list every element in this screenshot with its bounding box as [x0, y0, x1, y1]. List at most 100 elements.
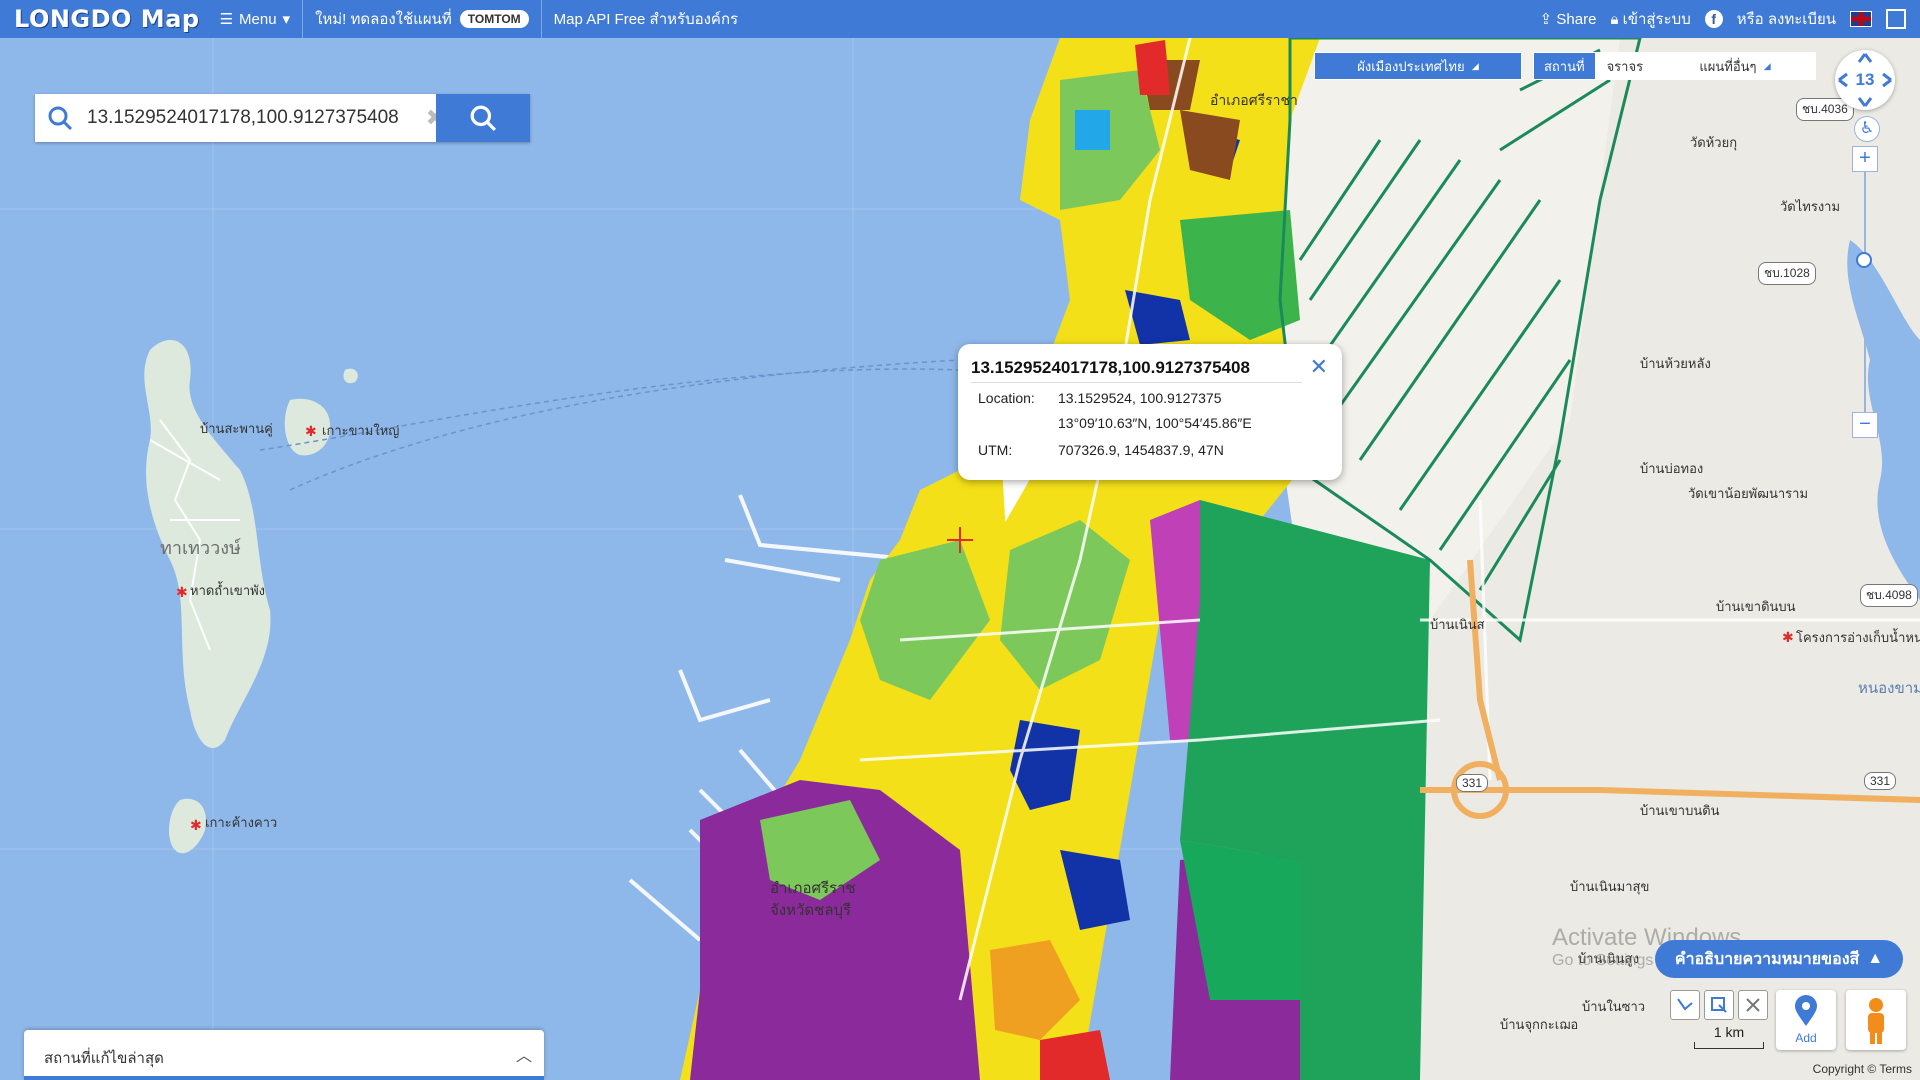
svg-text:✱: ✱ — [176, 584, 188, 600]
panel-accent-bar — [24, 1076, 544, 1080]
top-bar: LONGDO Map ☰ Menu ▾ ใหม่! ทดลองใช้แผนที่… — [0, 0, 1920, 38]
tomtom-promo-link[interactable]: ใหม่! ทดลองใช้แผนที่ TOMTOM — [315, 7, 529, 31]
search-box: ✖ — [35, 94, 530, 142]
color-legend-button[interactable]: คำอธิบายความหมายของสี ▲ — [1655, 940, 1903, 978]
popup-title: 13.1529524017178,100.9127375408 — [971, 358, 1250, 377]
label-ban-noen-sai: บ้านเนินมาสุข — [1570, 879, 1650, 894]
road-shield-1028: ชบ.1028 — [1758, 262, 1816, 285]
share-button[interactable]: ⇪ Share — [1540, 10, 1597, 28]
add-pin-icon — [1795, 995, 1817, 1026]
caret-up-icon: ▲ — [1867, 950, 1884, 967]
scale-label: 1 km — [1713, 1024, 1745, 1040]
svg-text:✱: ✱ — [305, 423, 317, 439]
label-ban-khao-din: บ้านเขาดินบน — [1716, 599, 1796, 614]
location-dms: 13°09′10.63″N, 100°54′45.86″E — [1058, 415, 1252, 431]
label-hat-tham: หาดถ้ำเขาพัง — [190, 583, 266, 598]
topbar-right: ⇪ Share 🔒︎ เข้าสู่ระบบ f หรือ ลงทะเบียน — [1540, 0, 1906, 38]
map-api-link[interactable]: Map API Free สำหรับองค์กร — [554, 7, 738, 31]
caret-down-icon: ▾ — [282, 11, 291, 28]
tomtom-badge: TOMTOM — [459, 10, 529, 28]
tab-place[interactable]: สถานที่ — [1533, 52, 1596, 80]
scale-line — [1694, 1042, 1764, 1049]
label-nong-kham: หนองขาม — [1858, 680, 1920, 697]
login-button[interactable]: 🔒︎ เข้าสู่ระบบ — [1610, 7, 1690, 31]
register-link[interactable]: หรือ ลงทะเบียน — [1737, 7, 1836, 31]
clear-drawing-icon[interactable] — [1738, 990, 1768, 1020]
label-wat-phrong: วัดไทรงาม — [1780, 199, 1841, 214]
zoom-out-button[interactable]: − — [1852, 412, 1878, 438]
label-amphoe-sriracha-2: อำเภอศรีราช — [770, 880, 856, 897]
login-label: เข้าสู่ระบบ — [1622, 11, 1691, 28]
share-icon: ⇪ — [1539, 11, 1557, 28]
svg-text:✱: ✱ — [1782, 629, 1794, 645]
label-amphoe-sriracha: อำเภอศรีราชา — [1210, 92, 1298, 108]
longdo-logo[interactable]: LONGDO Map — [14, 5, 200, 33]
scale-bar: 1 km — [1694, 1024, 1764, 1049]
accessibility-icon[interactable]: ♿︎ — [1854, 116, 1880, 142]
label-wat-huai-ku: วัดห้วยกุ — [1690, 135, 1738, 150]
other-maps-dropdown[interactable]: แผนที่อื่นๆ ◢ — [1654, 52, 1817, 80]
label-ban-noen: บ้านเนินส — [1430, 617, 1485, 632]
label-chonburi: จังหวัดชลบุรี — [770, 902, 852, 919]
street-view-pegman[interactable] — [1846, 990, 1906, 1050]
label-ban-chuk: บ้านจุกกะเฌอ — [1500, 1017, 1579, 1032]
label-ko-khang-khao: เกาะค้างคาว — [205, 815, 278, 830]
label-tha-thewawong: ทาเทววงษ์ — [160, 538, 241, 558]
share-label: Share — [1556, 11, 1597, 28]
layer-tabs: สถานที่ จราจร แผนที่อื่นๆ ◢ — [1533, 52, 1817, 80]
corner-icon: ◢ — [1471, 60, 1479, 71]
city-plan-layer-dropdown[interactable]: ผังเมืองประเทศไทย ◢ — [1314, 52, 1522, 80]
fullscreen-icon[interactable] — [1886, 9, 1906, 29]
map-canvas[interactable]: ✱ ✱ ✱ ✱ — [0, 0, 1920, 1080]
utm-label: UTM: — [978, 442, 1013, 458]
road-shield-331-b: 331 — [1864, 772, 1897, 790]
divider — [540, 0, 542, 38]
legend-label: คำอธิบายความหมายของสี — [1674, 950, 1860, 968]
facebook-icon[interactable]: f — [1704, 10, 1723, 28]
zoom-control: + − — [1850, 146, 1880, 438]
recent-places-panel[interactable]: สถานที่แก้ไขล่าสุด ︿ — [24, 1030, 544, 1080]
corner-icon: ◢ — [1763, 60, 1771, 71]
draw-tools — [1670, 990, 1768, 1020]
pegman-icon — [1868, 998, 1884, 1044]
label-ban-khao-ban-din: บ้านเขาบนดิน — [1640, 803, 1720, 818]
label-ban-sa-pan: บ้านสะพานคู่ — [200, 421, 273, 436]
label-wat-khao-noi: วัดเขาน้อยพัฒนาราม — [1688, 486, 1809, 501]
search-input[interactable] — [85, 106, 419, 130]
road-shield-4098: ชบ.4098 — [1860, 584, 1918, 607]
label-ko-kham-yai: เกาะขามใหญ่ — [322, 423, 400, 438]
road-shield-331-a: 331 — [1456, 774, 1489, 792]
tab-traffic[interactable]: จราจร — [1595, 52, 1655, 80]
zoom-in-button[interactable]: + — [1852, 146, 1878, 172]
search-button[interactable] — [436, 94, 530, 142]
svg-text:✱: ✱ — [190, 817, 202, 833]
layer-controls: ผังเมืองประเทศไทย ◢ — [1314, 52, 1522, 80]
search-icon — [470, 105, 496, 131]
copyright-text[interactable]: Copyright © Terms — [1813, 1062, 1912, 1076]
city-plan-label: ผังเมืองประเทศไทย — [1357, 58, 1465, 74]
location-decimal: 13.1529524, 100.9127375 — [1058, 390, 1222, 406]
add-place-button[interactable]: Add — [1776, 990, 1836, 1050]
menu-label: Menu — [239, 10, 277, 28]
other-maps-label: แผนที่อื่นๆ — [1699, 58, 1757, 74]
zoom-slider-handle[interactable] — [1856, 252, 1872, 268]
pan-control[interactable]: 13 — [1835, 50, 1895, 110]
hamburger-icon: ☰ — [219, 11, 234, 28]
utm-value: 707326.9, 1454837.9, 47N — [1058, 442, 1224, 458]
close-icon[interactable]: ✕ — [1310, 354, 1328, 380]
zoom-slider[interactable] — [1856, 172, 1872, 412]
promo-text: ใหม่! ทดลองใช้แผนที่ — [315, 11, 452, 28]
measure-line-icon[interactable] — [1670, 990, 1700, 1020]
divider — [302, 0, 304, 38]
label-ban-huai-lang: บ้านห้วยหลัง — [1640, 356, 1711, 371]
lock-icon: 🔒︎ — [1610, 11, 1623, 28]
zoom-level-label: 13 — [1855, 70, 1875, 89]
measure-area-icon[interactable] — [1704, 990, 1734, 1020]
search-icon — [35, 105, 85, 131]
chevron-up-icon[interactable]: ︿ — [516, 1042, 532, 1066]
recent-places-label: สถานที่แก้ไขล่าสุด — [44, 1050, 164, 1067]
menu-button[interactable]: ☰ Menu ▾ — [219, 10, 291, 29]
english-flag-icon[interactable] — [1850, 11, 1872, 27]
label-khrongkan: โครงการอ่างเก็บน้ำหน — [1796, 630, 1920, 645]
label-ban-na-sao: บ้านในซาว — [1582, 999, 1646, 1014]
